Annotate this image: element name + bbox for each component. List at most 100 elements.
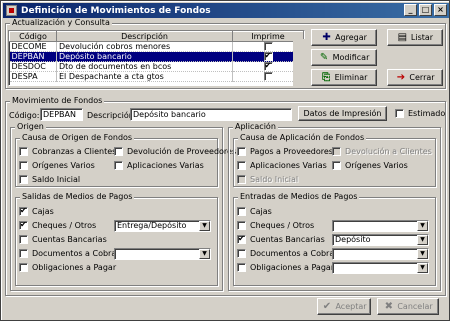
col-header-descripcion[interactable]: Descripción (56, 31, 233, 42)
imprime-checkbox[interactable] (263, 42, 273, 51)
descripcion-input[interactable]: Depósito bancario (130, 108, 292, 121)
checkbox-box[interactable] (237, 147, 246, 156)
checkbox-box (332, 147, 341, 156)
checkbox-box[interactable] (237, 249, 246, 258)
table-row[interactable]: DECOME Devolución cobros menores (9, 41, 304, 52)
consulta-group: Actualización y Consulta Código Descripc… (5, 18, 446, 89)
checkbox-box[interactable] (19, 263, 28, 272)
salidas-cuentas-checkbox[interactable]: Cuentas Bancarias (19, 235, 107, 244)
imprime-checkbox[interactable] (263, 72, 273, 81)
estimado-checkbox[interactable]: Estimado (395, 109, 445, 118)
check-icon: ✔ (322, 301, 332, 312)
cancel-icon: ✖ (384, 301, 394, 312)
consulta-group-title: Actualización y Consulta (10, 18, 112, 28)
entradas-cajas-checkbox[interactable]: Cajas (237, 207, 272, 216)
origenes-varios-ap-checkbox[interactable]: Orígenes Varios (332, 161, 408, 170)
edit-icon: ✎ (319, 52, 329, 63)
aplicaciones-varias-checkbox[interactable]: Aplicaciones Varias (114, 161, 204, 170)
print-icon: ▤ (397, 32, 408, 43)
salidas-cheques-checkbox[interactable]: Cheques / Otros (19, 220, 96, 230)
title-bar[interactable]: Definición de Movimientos de Fondos _ □ … (3, 3, 449, 18)
checkbox-box[interactable] (114, 147, 123, 156)
causa-origen-title: Causa de Origen de Fondos (20, 133, 135, 143)
aceptar-button[interactable]: ✔ Aceptar (317, 298, 371, 315)
table-row[interactable]: DESDOC Dto de documentos en bcos (9, 61, 304, 72)
row-code: DECOME (9, 41, 57, 52)
chevron-down-icon[interactable]: ▼ (417, 263, 428, 273)
chevron-down-icon[interactable]: ▼ (199, 249, 210, 259)
eliminar-button[interactable]: ⎘ Eliminar (311, 69, 377, 86)
checkbox-box[interactable] (332, 161, 341, 170)
table-scrollbar[interactable] (293, 39, 305, 86)
checkbox-box[interactable] (114, 161, 123, 170)
minimize-button[interactable]: _ (404, 4, 417, 16)
cobranzas-checkbox[interactable]: Cobranzas a Clientes (19, 147, 116, 156)
checkbox-box[interactable] (19, 175, 28, 184)
salidas-cheques-select[interactable]: Entrega/Depósito ▼ (114, 220, 211, 232)
devolucion-proveedores-checkbox[interactable]: Devolución de Proveedores (114, 147, 236, 156)
checkbox-box[interactable] (19, 161, 28, 170)
row-code: DESDOC (9, 61, 57, 72)
col-header-codigo[interactable]: Código (9, 31, 57, 42)
origen-group: Origen Causa de Origen de Fondos Cobranz… (10, 122, 236, 291)
entradas-obligaciones-select[interactable]: ▼ (332, 262, 429, 274)
aplicacion-group: Aplicación Causa de Aplicación de Fondos… (228, 122, 441, 291)
codigo-input[interactable]: DEPBAN (40, 108, 83, 121)
pagos-proveedores-checkbox[interactable]: Pagos a Proveedores (237, 147, 333, 156)
close-button[interactable]: × (434, 4, 447, 16)
maximize-button[interactable]: □ (419, 4, 432, 16)
entradas-obligaciones-checkbox[interactable]: Obligaciones a Pagar (237, 263, 334, 272)
delete-icon: ⎘ (322, 72, 331, 83)
imprime-checkbox[interactable] (263, 51, 273, 61)
row-desc: Devolución cobros menores (56, 41, 233, 52)
salidas-documentos-select[interactable]: ▼ (114, 248, 211, 260)
checkbox-box[interactable] (237, 263, 246, 272)
agregar-button[interactable]: ✚ Agregar (311, 29, 377, 46)
app-icon (6, 5, 17, 16)
entradas-documentos-checkbox[interactable]: Documentos a Cobrar (237, 249, 338, 258)
salidas-cajas-checkbox[interactable]: Cajas (19, 206, 54, 216)
checkbox-box[interactable] (19, 235, 28, 244)
estimado-box[interactable] (395, 109, 404, 118)
aplicacion-group-title: Aplicación (233, 122, 278, 132)
entradas-documentos-select[interactable]: ▼ (332, 248, 429, 260)
origenes-varios-checkbox[interactable]: Orígenes Varios (19, 161, 95, 170)
checkbox-box[interactable] (19, 206, 28, 216)
cerrar-button[interactable]: ➔ Cerrar (387, 69, 443, 86)
table-row-selected[interactable]: DEPBAN Depósito bancario (9, 51, 304, 62)
checkbox-box[interactable] (19, 220, 28, 230)
checkbox-box[interactable] (237, 161, 246, 170)
movimiento-group: Movimiento de Fondos Código: DEPBAN Desc… (5, 96, 446, 296)
entradas-cuentas-checkbox[interactable]: Cuentas Bancarias (237, 234, 325, 244)
row-desc: Dto de documentos en bcos (56, 61, 233, 72)
row-code: DEPBAN (9, 51, 57, 62)
datos-impresion-button[interactable]: Datos de Impresión (298, 106, 387, 121)
checkbox-box[interactable] (237, 234, 246, 244)
saldo-inicial-checkbox[interactable]: Saldo Inicial (19, 175, 80, 184)
codigo-label: Código: (9, 111, 40, 120)
chevron-down-icon[interactable]: ▼ (417, 235, 428, 245)
checkbox-box[interactable] (19, 147, 28, 156)
entradas-cheques-select[interactable]: ▼ (332, 220, 429, 232)
salidas-group: Salidas de Medios de Pagos Cajas Cheques… (15, 192, 218, 286)
salidas-obligaciones-checkbox[interactable]: Obligaciones a Pagar (19, 263, 116, 272)
checkbox-box[interactable] (237, 221, 246, 230)
saldo-inicial-ap-checkbox: Saldo Inicial (237, 175, 298, 184)
row-code: DESPA (9, 71, 57, 82)
salidas-documentos-checkbox[interactable]: Documentos a Cobrar (19, 249, 120, 258)
movimientos-table[interactable]: Código Descripción Imprime DECOME Devolu… (8, 30, 305, 86)
listar-button[interactable]: ▤ Listar (387, 29, 443, 46)
table-row[interactable]: DESPA El Despachante a cta gtos (9, 71, 304, 82)
chevron-down-icon[interactable]: ▼ (199, 221, 210, 231)
checkbox-box[interactable] (237, 207, 246, 216)
checkbox-box[interactable] (19, 249, 28, 258)
cancelar-button[interactable]: ✖ Cancelar (377, 298, 439, 315)
chevron-down-icon[interactable]: ▼ (417, 249, 428, 259)
entradas-cuentas-select[interactable]: Depósito ▼ (332, 234, 429, 246)
window-title: Definición de Movimientos de Fondos (21, 5, 211, 16)
entradas-cheques-checkbox[interactable]: Cheques / Otros (237, 221, 314, 230)
chevron-down-icon[interactable]: ▼ (417, 221, 428, 231)
aplicaciones-varias-ap-checkbox[interactable]: Aplicaciones Varias (237, 161, 327, 170)
modificar-button[interactable]: ✎ Modificar (311, 49, 377, 66)
imprime-checkbox[interactable] (263, 61, 273, 71)
